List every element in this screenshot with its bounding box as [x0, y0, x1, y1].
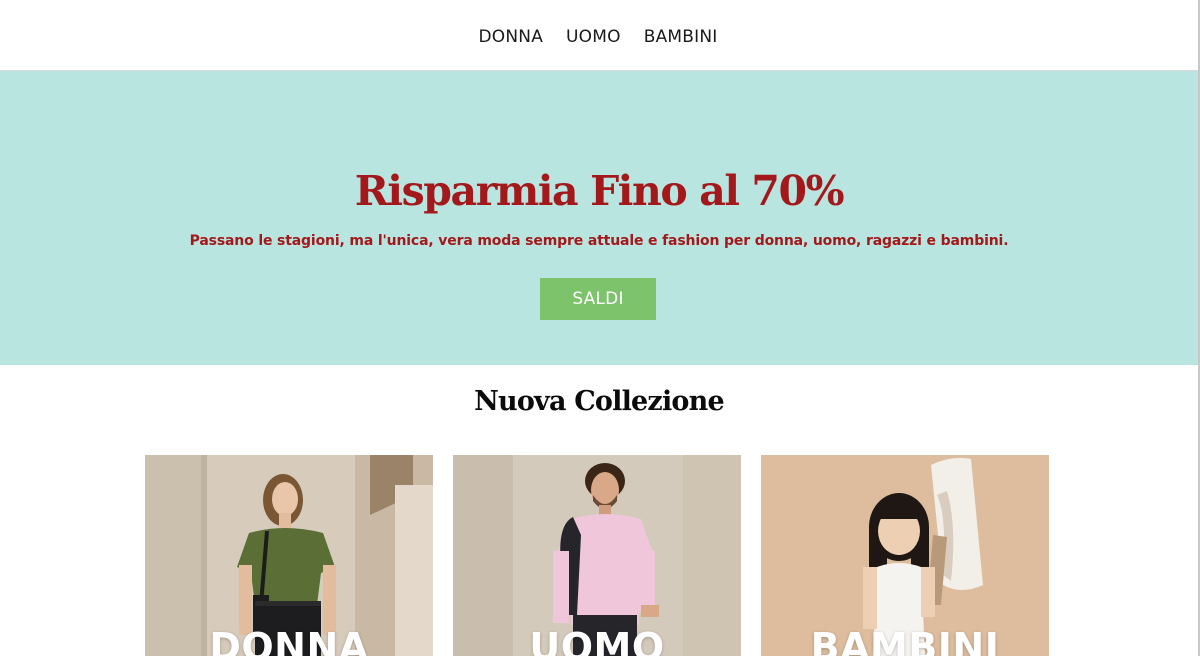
top-navigation: DONNA UOMO BAMBINI — [0, 0, 1200, 71]
nav-item-uomo[interactable]: UOMO — [566, 27, 621, 47]
card-label-bambini: BAMBINI — [810, 625, 1000, 656]
hero-subtitle: Passano le stagioni, ma l'unica, vera mo… — [189, 233, 1009, 249]
nav-item-donna[interactable]: DONNA — [478, 27, 543, 47]
card-label-uomo: UOMO — [529, 625, 665, 656]
hero-title: Risparmia Fino al 70% — [354, 167, 845, 215]
card-label-donna: DONNA — [209, 625, 369, 656]
saldi-button[interactable]: SALDI — [540, 278, 656, 320]
collection-card-donna[interactable]: DONNA — [145, 455, 433, 656]
hero-banner: Risparmia Fino al 70% Passano le stagion… — [0, 71, 1198, 365]
nav-item-bambini[interactable]: BAMBINI — [644, 27, 718, 47]
collection-card-uomo[interactable]: UOMO — [453, 455, 741, 656]
collection-title: Nuova Collezione — [474, 386, 725, 417]
collection-card-bambini[interactable]: BAMBINI — [761, 455, 1049, 656]
